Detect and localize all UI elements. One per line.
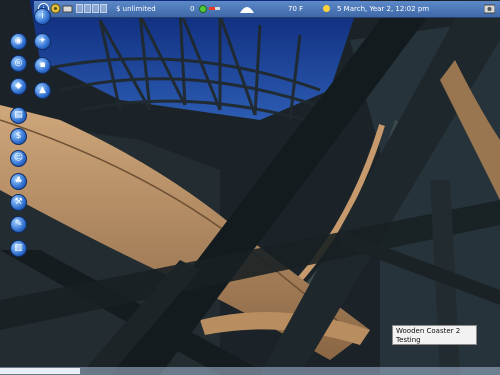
sun-icon xyxy=(321,3,332,14)
info-button[interactable]: i xyxy=(34,8,51,25)
face-icon: ☺ xyxy=(13,153,24,163)
finance-button[interactable]: $ xyxy=(10,128,27,145)
hammer-icon: ⚒ xyxy=(14,197,23,207)
park-button[interactable]: ♣ xyxy=(10,173,27,190)
status-bar: i $ unlimited 0 70 F 5 March, Year 2, 12… xyxy=(34,1,500,18)
disk-icon: ▪ xyxy=(39,60,46,70)
temperature-display[interactable]: 70 F xyxy=(288,1,303,17)
money-icon: $ xyxy=(15,131,22,141)
money-display[interactable]: $ unlimited xyxy=(116,1,156,17)
guest-count[interactable]: 0 xyxy=(190,1,194,17)
clipboard-button[interactable]: ▤ xyxy=(10,107,27,124)
speed-3-button[interactable] xyxy=(100,4,107,13)
wrench-icon: ✎ xyxy=(14,219,23,229)
clipboard-icon: ▤ xyxy=(14,110,23,120)
map-icon: ◉ xyxy=(14,36,23,46)
trash-icon: ▥ xyxy=(14,243,23,253)
rides-button[interactable]: ◆ xyxy=(10,78,27,95)
park-icon: ♣ xyxy=(14,176,23,186)
tools-icon: ✦ xyxy=(38,36,47,46)
save-button[interactable]: ▪ xyxy=(34,57,51,74)
camera-icon[interactable] xyxy=(483,3,496,14)
view-icon: ◎ xyxy=(14,58,23,68)
speed-2-button[interactable] xyxy=(92,4,99,13)
terrain-icon: ▲ xyxy=(39,85,46,95)
scrollbar-thumb[interactable] xyxy=(0,368,80,374)
date-time-display[interactable]: 5 March, Year 2, 12:02 pm xyxy=(337,1,429,17)
speed-1-button[interactable] xyxy=(84,4,91,13)
info-icon: i xyxy=(41,11,44,21)
weather-icon xyxy=(239,4,255,14)
delete-button[interactable]: ▥ xyxy=(10,240,27,257)
ride-icon[interactable] xyxy=(62,3,73,14)
view-button[interactable]: ◎ xyxy=(10,55,27,72)
staff-button[interactable]: ⚒ xyxy=(10,194,27,211)
rides-icon: ◆ xyxy=(15,81,22,91)
game-viewport[interactable] xyxy=(0,0,500,375)
pause-button[interactable] xyxy=(76,4,83,13)
rating-bar-icon xyxy=(209,3,220,14)
ride-tooltip: Wooden Coaster 2 Testing xyxy=(392,325,477,345)
ride-name: Wooden Coaster 2 xyxy=(396,327,461,335)
park-rating-icon[interactable] xyxy=(199,5,207,13)
map-button[interactable]: ◉ xyxy=(10,33,27,50)
terrain-button[interactable]: ▲ xyxy=(34,82,51,99)
guests-button[interactable]: ☺ xyxy=(10,150,27,167)
settings-button[interactable]: ✎ xyxy=(10,216,27,233)
gear-icon[interactable] xyxy=(50,3,61,14)
ride-status: Testing xyxy=(396,335,421,344)
tools-button[interactable]: ✦ xyxy=(34,33,51,50)
horizontal-scrollbar[interactable] xyxy=(0,367,500,375)
